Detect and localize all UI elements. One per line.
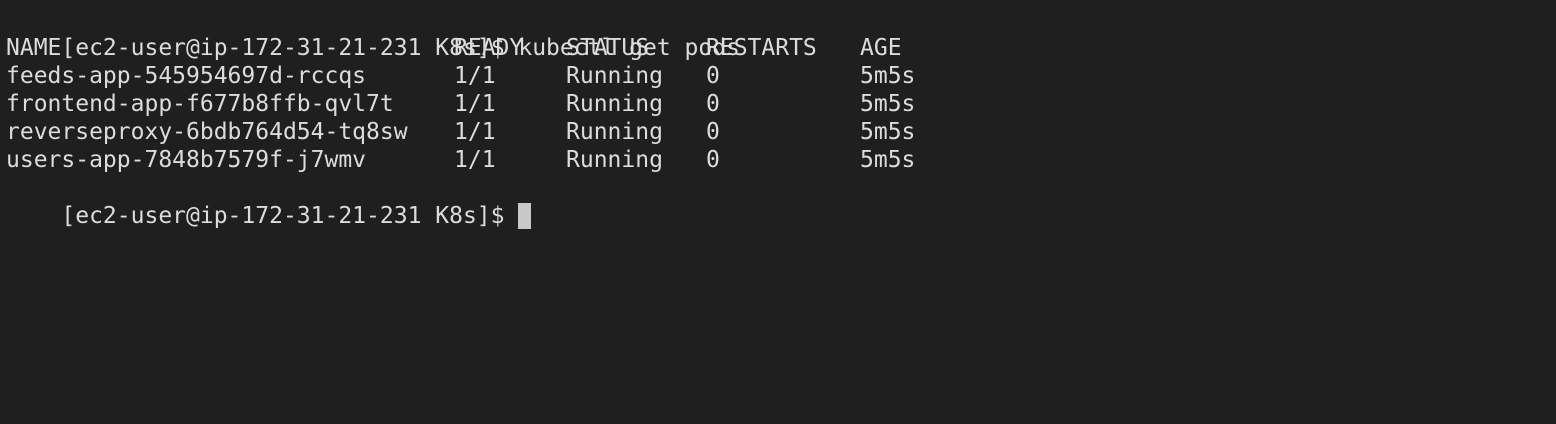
pod-status: Running (566, 147, 663, 173)
command-line: [ec2-user@ip-172-31-21-231 K8s]$ kubectl… (6, 6, 1556, 61)
table-row: reverseproxy-6bdb764d54-tq8sw 1/1 Runnin… (6, 118, 1556, 146)
pod-restarts: 0 (706, 119, 720, 145)
pod-age: 5m5s (860, 63, 916, 89)
pod-ready: 1/1 (454, 119, 496, 145)
pod-age: 5m5s (860, 147, 916, 173)
pod-status: Running (566, 63, 663, 89)
pod-ready: 1/1 (454, 91, 496, 117)
prompt-line[interactable]: [ec2-user@ip-172-31-21-231 K8s]$ (6, 174, 1556, 229)
terminal-window[interactable]: [ec2-user@ip-172-31-21-231 K8s]$ kubectl… (0, 0, 1556, 424)
header-name: NAME (6, 35, 62, 61)
pod-ready: 1/1 (454, 63, 496, 89)
pod-status: Running (566, 91, 663, 117)
pod-restarts: 0 (706, 63, 720, 89)
table-row: feeds-app-545954697d-rccqs 1/1 Running 0… (6, 62, 1556, 90)
pod-status: Running (566, 119, 663, 145)
pod-name: reverseproxy-6bdb764d54-tq8sw (6, 119, 408, 145)
table-row: frontend-app-f677b8ffb-qvl7t 1/1 Running… (6, 90, 1556, 118)
pod-age: 5m5s (860, 91, 916, 117)
header-age: AGE (860, 35, 902, 61)
text-cursor (518, 203, 532, 229)
table-header: NAME READY STATUS RESTARTS AGE (6, 34, 1556, 62)
pod-name: users-app-7848b7579f-j7wmv (6, 147, 367, 173)
pod-ready: 1/1 (454, 147, 496, 173)
header-restarts: RESTARTS (706, 35, 817, 61)
pod-name: feeds-app-545954697d-rccqs (6, 63, 367, 89)
pod-age: 5m5s (860, 119, 916, 145)
prompt-text: [ec2-user@ip-172-31-21-231 K8s]$ (61, 203, 519, 229)
pod-restarts: 0 (706, 147, 720, 173)
header-status: STATUS (566, 35, 650, 61)
pod-name: frontend-app-f677b8ffb-qvl7t (6, 91, 394, 117)
header-ready: READY (454, 35, 524, 61)
pod-restarts: 0 (706, 91, 720, 117)
table-row: users-app-7848b7579f-j7wmv 1/1 Running 0… (6, 146, 1556, 174)
